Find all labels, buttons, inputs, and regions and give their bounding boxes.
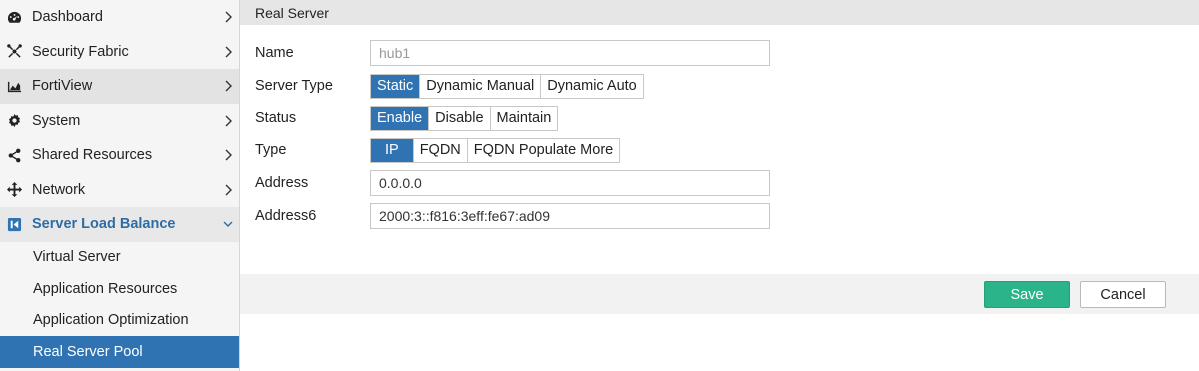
name-label: Name — [255, 45, 294, 61]
address-label: Address — [255, 175, 309, 191]
load-balance-icon — [6, 216, 22, 232]
sidebar-subitem-application-optimization[interactable]: Application Optimization — [0, 305, 239, 337]
sidebar-item-label: FortiView — [32, 78, 93, 95]
type-selector: IP FQDN FQDN Populate More — [370, 137, 621, 163]
server-type-dynamic-auto-option[interactable]: Dynamic Auto — [541, 75, 642, 98]
sidebar: Dashboard Security Fabric FortiView Syst… — [0, 0, 240, 371]
address-field[interactable]: 0.0.0.0 — [370, 170, 770, 196]
chevron-down-icon — [223, 218, 233, 230]
fabric-icon — [6, 44, 22, 60]
move-arrows-icon — [6, 182, 22, 198]
dashboard-icon — [6, 9, 22, 25]
sidebar-item-fortiview[interactable]: FortiView — [0, 69, 239, 104]
panel-title: Real Server — [240, 0, 1199, 25]
type-ip-option[interactable]: IP — [371, 138, 414, 162]
chevron-right-icon — [223, 11, 233, 23]
sidebar-item-shared-resources[interactable]: Shared Resources — [0, 138, 239, 173]
server-type-selector: Static Dynamic Manual Dynamic Auto — [370, 73, 644, 99]
share-icon — [6, 147, 22, 163]
form-footer: Save Cancel — [240, 274, 1199, 314]
main-panel: Real Server Name hub1 Server Type Static… — [240, 0, 1199, 371]
sidebar-item-label: System — [32, 112, 81, 129]
chevron-right-icon — [223, 184, 233, 196]
status-enable-option[interactable]: Enable — [371, 106, 430, 130]
type-row: Type IP FQDN FQDN Populate More — [255, 137, 1155, 163]
sidebar-item-server-load-balance[interactable]: Server Load Balance — [0, 207, 239, 242]
sidebar-item-security-fabric[interactable]: Security Fabric — [0, 35, 239, 70]
sidebar-item-label: Dashboard — [32, 9, 103, 26]
cancel-button[interactable]: Cancel — [1080, 281, 1166, 308]
server-type-label: Server Type — [255, 78, 333, 94]
server-type-static-option[interactable]: Static — [371, 74, 421, 98]
sidebar-subitem-virtual-server[interactable]: Virtual Server — [0, 242, 239, 274]
address-row: Address 0.0.0.0 — [255, 170, 1155, 196]
sidebar-item-network[interactable]: Network — [0, 173, 239, 208]
sidebar-item-label: Network — [32, 181, 86, 198]
sidebar-item-system[interactable]: System — [0, 104, 239, 139]
save-button[interactable]: Save — [984, 281, 1070, 308]
status-selector: Enable Disable Maintain — [370, 105, 559, 131]
type-label: Type — [255, 142, 287, 158]
chart-icon — [6, 78, 22, 94]
chevron-right-icon — [223, 46, 233, 58]
status-disable-option[interactable]: Disable — [429, 106, 491, 130]
type-fqdn-option[interactable]: FQDN — [414, 138, 468, 162]
sidebar-item-label: Security Fabric — [32, 43, 129, 60]
name-field: hub1 — [370, 40, 770, 66]
address6-label: Address6 — [255, 208, 317, 224]
server-type-row: Server Type Static Dynamic Manual Dynami… — [255, 73, 1155, 99]
type-fqdn-populate-more-option[interactable]: FQDN Populate More — [468, 139, 619, 162]
status-label: Status — [255, 110, 297, 126]
sidebar-subitem-application-resources[interactable]: Application Resources — [0, 273, 239, 305]
chevron-right-icon — [223, 80, 233, 92]
chevron-right-icon — [223, 115, 233, 127]
name-row: Name hub1 — [255, 40, 1155, 66]
gear-icon — [6, 113, 22, 129]
server-type-dynamic-manual-option[interactable]: Dynamic Manual — [420, 74, 542, 98]
sidebar-subitem-real-server-pool[interactable]: Real Server Pool — [0, 336, 239, 368]
address6-field[interactable]: 2000:3::f816:3eff:fe67:ad09 — [370, 203, 770, 229]
address6-row: Address6 2000:3::f816:3eff:fe67:ad09 — [255, 203, 1155, 229]
status-row: Status Enable Disable Maintain — [255, 105, 1155, 131]
sidebar-item-label: Shared Resources — [32, 147, 153, 164]
sidebar-item-label: Server Load Balance — [32, 216, 176, 233]
status-maintain-option[interactable]: Maintain — [491, 107, 558, 130]
chevron-right-icon — [223, 149, 233, 161]
sidebar-item-dashboard[interactable]: Dashboard — [0, 0, 239, 35]
